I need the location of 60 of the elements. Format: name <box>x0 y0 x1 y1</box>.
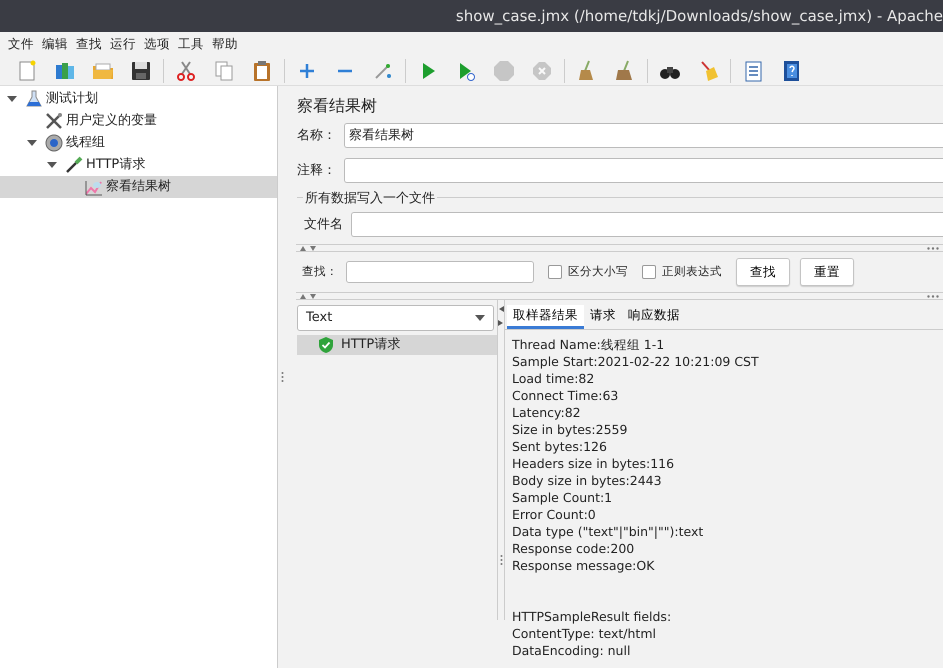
field-label: 注释： <box>297 162 336 180</box>
result-line: Headers size in bytes:116 <box>512 455 676 472</box>
tree-item[interactable]: 线程组 <box>66 133 105 153</box>
result-line: Sample Count:1 <box>512 489 614 506</box>
result-line: Response message:OK <box>512 557 656 574</box>
result-line: Connect Time:63 <box>512 387 620 404</box>
field-label: 名称： <box>297 126 336 145</box>
result-line: Sent bytes:126 <box>512 438 608 455</box>
menu-item[interactable]: 帮助 <box>208 34 242 54</box>
result-line: Response code:200 <box>512 540 636 557</box>
menu-item[interactable]: 工具 <box>174 34 208 54</box>
result-line: HTTPSampleResult fields: <box>512 608 672 625</box>
menu-item[interactable]: 运行 <box>106 34 140 54</box>
tab[interactable]: 请求 <box>584 305 622 329</box>
search-label: 查找： <box>302 263 338 280</box>
find-button[interactable]: 查找 <box>736 258 790 286</box>
tree-item[interactable]: HTTP请求 <box>86 155 146 175</box>
field-label: 文件名 <box>304 216 343 234</box>
checkbox-label: 区分大小写 <box>568 263 628 280</box>
tree-item[interactable]: 用户定义的变量 <box>66 111 157 131</box>
shield-check-icon <box>319 337 333 353</box>
dropdown-arrow-icon <box>475 315 485 321</box>
flask-icon <box>24 89 44 109</box>
result-line: ContentType: text/html <box>512 625 657 642</box>
result-line: Body size in bytes:2443 <box>512 472 663 489</box>
tab[interactable]: 响应数据 <box>622 305 686 329</box>
panel-title: 察看结果树 <box>297 95 378 117</box>
window-title: show_case.jmx (/home/tdkj/Downloads/show_case.jmx) - Apache <box>456 6 943 27</box>
tab[interactable]: 取样器结果 <box>507 305 584 329</box>
result-item[interactable]: HTTP请求 <box>297 335 497 355</box>
comment-field[interactable] <box>344 158 943 183</box>
more-icon[interactable] <box>927 246 939 250</box>
menu-item[interactable]: 查找 <box>72 34 106 54</box>
splitter-grip-icon[interactable] <box>280 371 284 383</box>
tree-item[interactable]: 测试计划 <box>46 89 98 109</box>
result-line: Latency:82 <box>512 404 582 421</box>
search-field[interactable] <box>346 261 534 283</box>
reset-button[interactable]: 重置 <box>800 258 854 286</box>
result-line: Sample Start:2021-02-22 10:21:09 CST <box>512 353 760 370</box>
renderer-dropdown[interactable]: Text <box>297 305 494 331</box>
menu-item[interactable]: 编辑 <box>38 34 72 54</box>
result-line: Load time:82 <box>512 370 596 387</box>
menu-item[interactable]: 选项 <box>140 34 174 54</box>
result-line: Data type ("text"|"bin"|""):text <box>512 523 704 540</box>
splitter-grip-icon[interactable] <box>500 554 502 566</box>
filename-field[interactable] <box>351 212 943 237</box>
checkbox[interactable] <box>548 265 562 279</box>
collapse-arrows-icon[interactable] <box>498 306 504 326</box>
tools-icon <box>44 111 64 131</box>
result-line: Thread Name:线程组 1-1 <box>512 336 666 353</box>
result-line: Error Count:0 <box>512 506 597 523</box>
checkbox[interactable] <box>642 265 656 279</box>
scissors-icon[interactable] <box>174 58 198 82</box>
checkbox-label: 正则表达式 <box>662 263 722 280</box>
menu-item[interactable]: 文件 <box>4 34 38 54</box>
pipette-icon <box>64 155 84 175</box>
result-line: Size in bytes:2559 <box>512 421 628 438</box>
more-icon[interactable] <box>927 294 939 298</box>
result-line: DataEncoding: null <box>512 642 632 659</box>
name-field[interactable]: 察看结果树 <box>344 123 943 148</box>
